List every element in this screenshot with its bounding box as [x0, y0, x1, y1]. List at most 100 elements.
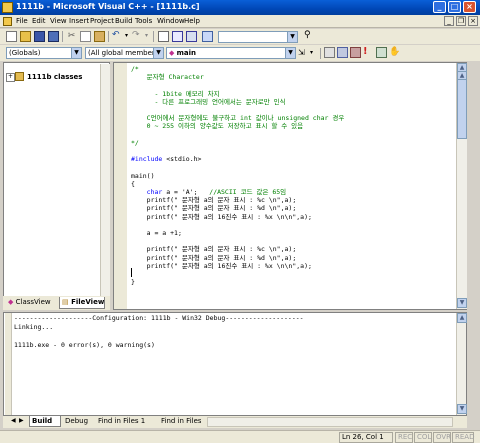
code-line: - 다른 프로그래밍 언어에서는 문자로만 인식	[131, 97, 286, 106]
output-horizontal-scrollbar[interactable]	[207, 417, 453, 427]
output-scroll-down-icon[interactable]: ▼	[457, 404, 467, 414]
editor-scroll-thumb[interactable]	[457, 79, 467, 139]
document-icon[interactable]	[3, 17, 12, 26]
menu-edit[interactable]: Edit	[32, 17, 46, 25]
code-line: 0 ~ 255 이하의 양수값도 저장하고 표시 할 수 있음	[131, 122, 304, 131]
wizard-action-icon[interactable]: ⇲	[298, 47, 309, 58]
cursor-position: Ln 26, Col 1	[339, 432, 393, 443]
mdi-minimize-button[interactable]: _	[444, 16, 454, 26]
workspace-panel: + 1111b classes	[3, 62, 110, 310]
mdi-restore-button[interactable]: ❐	[456, 16, 466, 26]
tree-root-label[interactable]: 1111b classes	[27, 73, 82, 81]
menu-file[interactable]: File	[16, 17, 28, 25]
find-combo[interactable]: ▼	[218, 31, 298, 43]
menu-project[interactable]: Project	[90, 17, 114, 25]
window-list-icon[interactable]	[186, 31, 197, 42]
scroll-down-icon[interactable]: ▼	[457, 298, 467, 308]
fileview-icon: ▤	[62, 298, 69, 306]
output-gripper[interactable]	[5, 313, 12, 415]
code-line: {	[131, 179, 135, 188]
tab-debug[interactable]: Debug	[63, 416, 93, 427]
cut-icon[interactable]: ✂	[66, 31, 77, 42]
wizard-bar: (Globals) ▼ (All global members ▼ ◆ main ▼ …	[0, 45, 480, 61]
undo-icon[interactable]: ↶	[112, 30, 123, 41]
binoculars-icon[interactable]: ⚲	[304, 30, 315, 41]
workspace-scrollbar[interactable]	[100, 64, 110, 296]
menu-tools[interactable]: Tools	[135, 17, 152, 25]
output-tabs: ◀ ▶ Build Debug Find in Files 1 Find in …	[3, 416, 467, 428]
output-scrollbar[interactable]: ▲ ▼	[456, 313, 467, 415]
save-icon[interactable]	[34, 31, 45, 42]
code-line: - 1bite 메모리 차지	[131, 89, 220, 98]
menu-window[interactable]: Window	[157, 17, 185, 25]
members-combo[interactable]: (All global members ▼	[85, 47, 164, 59]
open-folder-icon[interactable]	[20, 31, 31, 42]
paste-icon[interactable]	[94, 31, 105, 42]
menu-build[interactable]: Build	[115, 17, 133, 25]
code-token: a = 'A';	[162, 188, 210, 196]
editor-scrollbar[interactable]: ▲ ▲ ▼	[456, 63, 467, 309]
code-line: main()	[131, 171, 155, 180]
breakpoint-hand-icon[interactable]: ✋	[389, 47, 400, 58]
menu-view[interactable]: View	[50, 17, 67, 25]
keyword: #include	[131, 155, 163, 164]
menu-bar: File Edit View Insert Project Build Tool…	[0, 15, 480, 28]
new-file-icon[interactable]	[6, 31, 17, 42]
function-icon: ◆	[169, 49, 175, 57]
execute-icon[interactable]: !	[363, 46, 374, 57]
output-scroll-up-icon[interactable]: ▲	[457, 313, 467, 323]
output-line: 1111b.exe - 0 error(s), 0 warning(s)	[14, 341, 155, 349]
code-line: printf(" 문자형 a의 문자 표시 : %d \n",a);	[131, 204, 297, 213]
col-indicator: COL	[414, 432, 432, 443]
find-in-files-icon[interactable]	[202, 31, 213, 42]
workspace-icon[interactable]	[158, 31, 169, 42]
code-line: */	[131, 138, 139, 147]
status-bar: Ln 26, Col 1 REC COL OVR READ	[0, 430, 480, 443]
stop-build-icon[interactable]	[350, 47, 361, 58]
code-line: printf(" 문자형 a의 문자 표시 : %c \n",a);	[131, 196, 297, 205]
output-window-icon[interactable]	[172, 31, 183, 42]
copy-icon[interactable]	[80, 31, 91, 42]
code-line: printf(" 문자형 a의 문자 표시 : %c \n",a);	[131, 245, 297, 254]
scope-combo[interactable]: (Globals) ▼	[6, 47, 82, 59]
output-line: Linking...	[14, 323, 54, 331]
redo-icon[interactable]: ↷	[132, 30, 143, 41]
tab-classview[interactable]: ◆ ClassView	[6, 297, 58, 309]
output-panel: --------------------Configuration: 1111b…	[3, 312, 467, 416]
compile-icon[interactable]	[324, 47, 335, 58]
text-cursor	[131, 268, 132, 277]
code-line: a = a +1;	[131, 229, 182, 237]
app-icon[interactable]	[2, 2, 13, 13]
classview-icon: ◆	[8, 298, 14, 306]
close-button[interactable]: ×	[463, 1, 476, 13]
minimize-button[interactable]: _	[433, 1, 446, 13]
code-line: printf(" 문자형 a의 16진수 표시 : %x \n\n",a);	[131, 212, 312, 221]
code-line: }	[131, 278, 135, 287]
code-line: /*	[131, 65, 139, 73]
maximize-button[interactable]: □	[448, 1, 461, 13]
code-line: #include <stdio.h>	[131, 155, 201, 163]
redo-dropdown-icon[interactable]: ▾	[145, 31, 156, 42]
tree-expand-toggle[interactable]: +	[6, 73, 15, 82]
mdi-close-button[interactable]: ×	[468, 16, 478, 26]
function-combo[interactable]: ◆ main ▼	[166, 47, 296, 59]
menu-insert[interactable]: Insert	[69, 17, 89, 25]
go-debug-icon[interactable]	[376, 47, 387, 58]
save-all-icon[interactable]	[48, 31, 59, 42]
tab-fileview[interactable]: ▤ FileView	[59, 297, 105, 309]
title-bar: 1111b - Microsoft Visual C++ - [1111b.c]…	[0, 0, 480, 15]
tab-scroll-right-icon[interactable]: ▶	[19, 417, 24, 424]
tab-build[interactable]: Build	[29, 416, 61, 427]
classes-folder-icon	[15, 72, 24, 81]
editor-gutter	[114, 63, 127, 309]
code-text: <stdio.h>	[162, 155, 202, 164]
tab-find-in-files-1[interactable]: Find in Files 1	[96, 416, 156, 427]
code-editor[interactable]: /* 문자형 Character - 1bite 메모리 차지 - 다른 프로그…	[113, 62, 467, 310]
menu-help[interactable]: Help	[184, 17, 200, 25]
output-line: --------------------Configuration: 1111b…	[14, 314, 304, 322]
ovr-indicator: OVR	[433, 432, 451, 443]
tab-scroll-left-icon[interactable]: ◀	[11, 417, 16, 424]
tab-find-in-files-2[interactable]: Find in Files 2	[159, 416, 201, 427]
workspace-tabs: ◆ ClassView ▤ FileView	[3, 296, 110, 310]
build-icon[interactable]	[337, 47, 348, 58]
